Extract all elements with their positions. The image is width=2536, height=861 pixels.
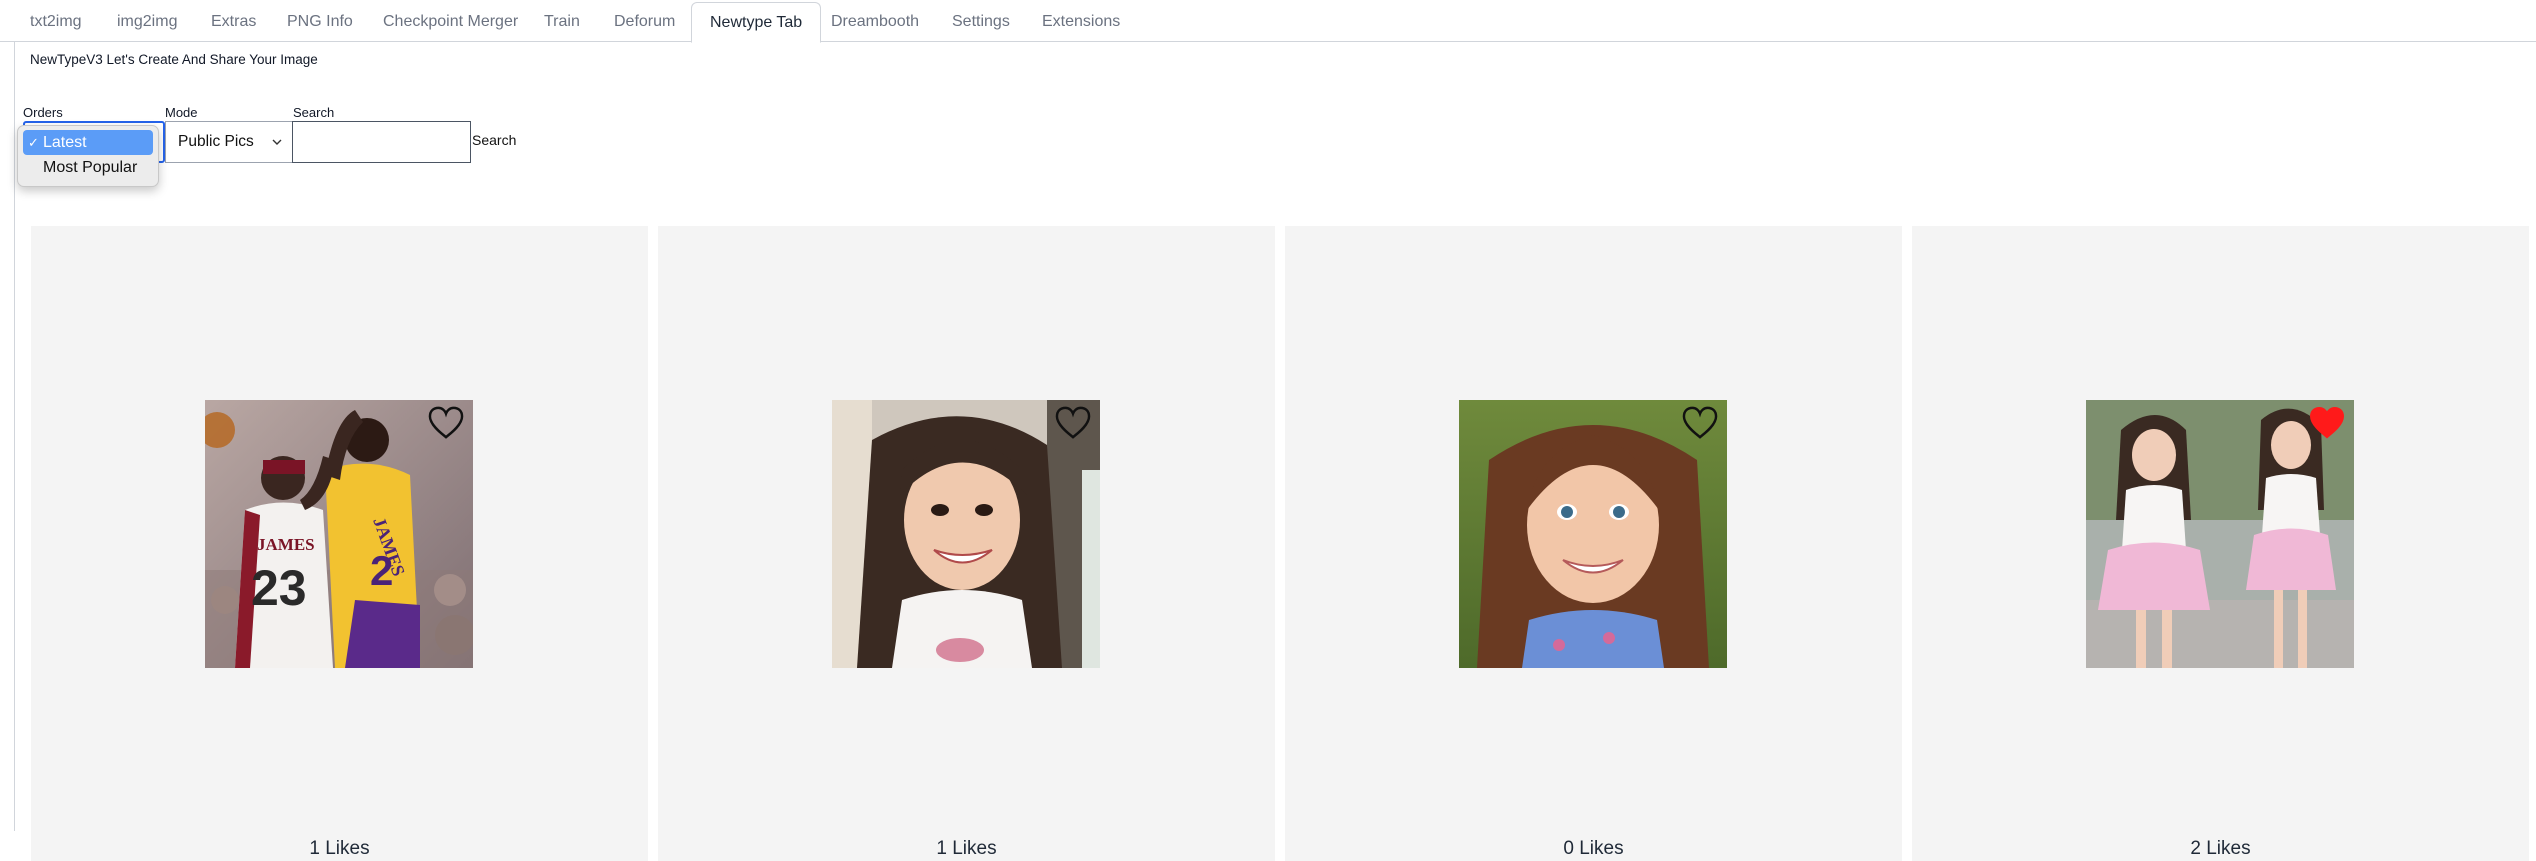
tab-img2img[interactable]: img2img xyxy=(99,6,195,42)
tab-newtype[interactable]: Newtype Tab xyxy=(691,2,822,43)
mode-select-value: Public Pics xyxy=(178,133,254,150)
tab-deforum[interactable]: Deforum xyxy=(596,6,693,42)
image-card: 1 Likes xyxy=(658,226,1275,861)
orders-option-most-popular[interactable]: Most Popular xyxy=(23,155,153,180)
newtype-panel: NewTypeV3 Let's Create And Share Your Im… xyxy=(14,42,2536,861)
svg-text:JAMES: JAMES xyxy=(257,535,315,554)
heart-icon[interactable] xyxy=(1681,406,1719,440)
orders-dropdown-menu: ✓ Latest Most Popular xyxy=(17,125,159,187)
two-girls-image[interactable] xyxy=(2086,400,2354,668)
tab-checkpoint-merger[interactable]: Checkpoint Merger xyxy=(365,6,536,42)
checkmark-icon: ✓ xyxy=(28,135,39,150)
tab-bar: txt2img img2img Extras PNG Info Checkpoi… xyxy=(0,0,2536,43)
mode-label: Mode xyxy=(165,105,198,120)
tab-settings[interactable]: Settings xyxy=(934,6,1028,42)
tab-extensions[interactable]: Extensions xyxy=(1024,6,1138,42)
mode-select[interactable]: Public Pics xyxy=(165,121,293,163)
image-card: 2 Likes xyxy=(1912,226,2529,861)
likes-count: 0 Likes xyxy=(1563,838,1624,859)
likes-count: 2 Likes xyxy=(2190,838,2251,859)
likes-count: 1 Likes xyxy=(309,838,370,859)
tab-dreambooth[interactable]: Dreambooth xyxy=(813,6,937,42)
svg-text:2: 2 xyxy=(370,547,393,594)
image-card: JAMES 23 JAMES 2 1 Likes xyxy=(31,226,648,861)
search-label: Search xyxy=(293,105,335,120)
heart-icon[interactable] xyxy=(1054,406,1092,440)
page-title: NewTypeV3 Let's Create And Share Your Im… xyxy=(30,52,318,67)
option-label: Latest xyxy=(43,134,87,151)
likes-count: 1 Likes xyxy=(936,838,997,859)
smiling-child-image[interactable] xyxy=(1459,400,1727,668)
chevron-down-icon xyxy=(272,139,282,145)
orders-option-latest[interactable]: ✓ Latest xyxy=(23,130,153,155)
basketball-players-image[interactable]: JAMES 23 JAMES 2 xyxy=(205,400,473,668)
tab-png-info[interactable]: PNG Info xyxy=(269,6,371,42)
search-input[interactable] xyxy=(292,121,471,163)
search-button[interactable]: Search xyxy=(470,132,518,148)
heart-icon[interactable] xyxy=(427,406,465,440)
tab-train[interactable]: Train xyxy=(526,6,598,42)
tab-extras[interactable]: Extras xyxy=(193,6,274,42)
image-card: 0 Likes xyxy=(1285,226,1902,861)
svg-text:23: 23 xyxy=(251,560,307,616)
option-label: Most Popular xyxy=(43,159,138,176)
orders-label: Orders xyxy=(23,105,63,120)
smiling-girl-image[interactable] xyxy=(832,400,1100,668)
heart-filled-icon[interactable] xyxy=(2308,406,2346,440)
tab-txt2img[interactable]: txt2img xyxy=(12,6,100,42)
